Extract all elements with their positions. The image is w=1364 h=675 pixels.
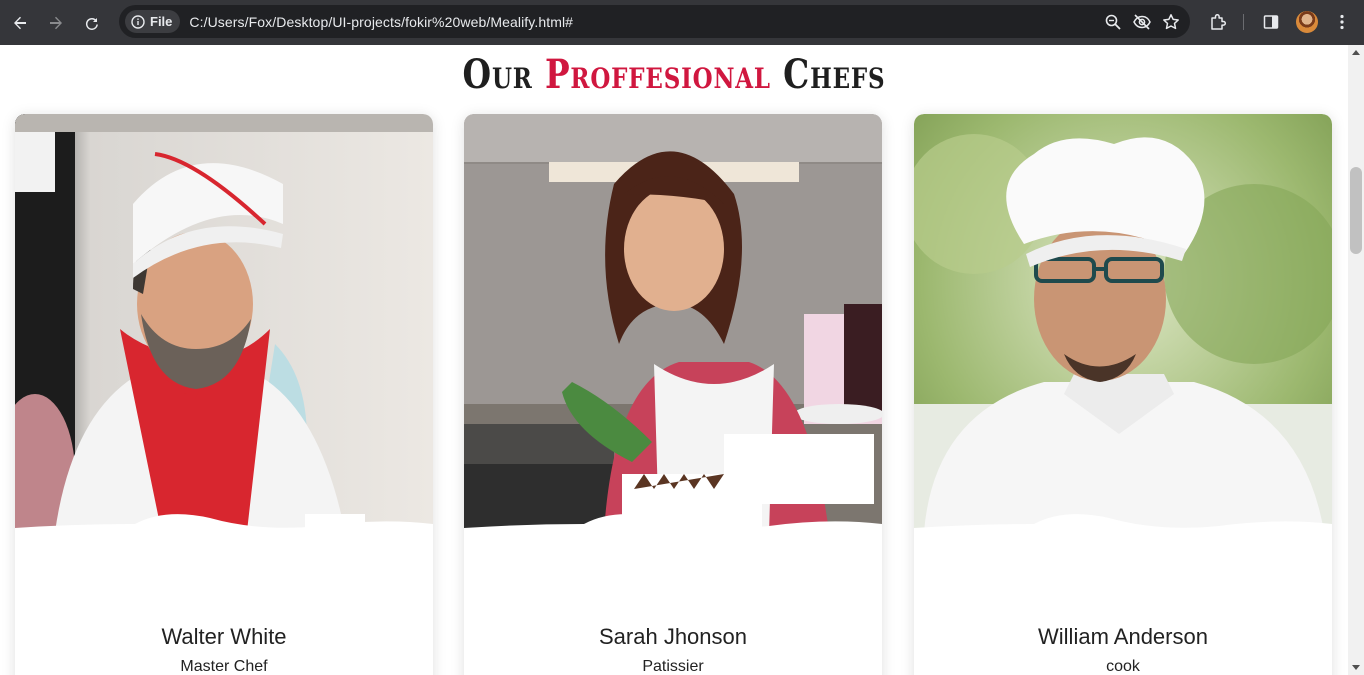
chef-photo [464, 114, 882, 532]
scroll-up-arrow-icon[interactable] [1352, 50, 1360, 55]
url-text[interactable]: C:/Users/Fox/Desktop/UI-projects/fokir%2… [189, 14, 573, 30]
card-wave-divider [15, 514, 433, 536]
side-panel-icon [1263, 14, 1279, 29]
reload-icon [85, 17, 98, 30]
more-menu-button[interactable] [1330, 5, 1354, 38]
scroll-down-arrow-icon[interactable] [1352, 665, 1360, 670]
heading-accent: Proffesional [544, 51, 771, 98]
chef-name: Sarah Jhonson [599, 624, 747, 649]
chef-photo [914, 114, 1332, 532]
card-wave-divider [914, 514, 1332, 536]
browser-toolbar: File C:/Users/Fox/Desktop/UI-projects/fo… [0, 0, 1364, 45]
heading-part2: Chefs [770, 51, 886, 98]
page-content: Our Proffesional Chefs Walter White Mast… [0, 45, 1348, 675]
page-scrollbar[interactable] [1348, 45, 1364, 675]
toolbar-divider [1243, 14, 1244, 30]
chef-card[interactable]: William Anderson cook [914, 114, 1332, 675]
chef-name: Walter White [161, 624, 287, 649]
back-button[interactable] [2, 5, 38, 41]
side-panel-button[interactable] [1256, 5, 1286, 38]
card-wave-divider [464, 514, 882, 536]
extensions-icon [1211, 13, 1227, 30]
chef-role: Patissier [642, 658, 704, 675]
heading-part1: Our [462, 51, 545, 98]
chef-card[interactable]: Sarah Jhonson Patissier [464, 114, 882, 675]
chef-role: cook [1106, 658, 1140, 675]
more-menu-icon [1340, 14, 1344, 29]
zoom-icon[interactable] [1104, 13, 1122, 31]
eye-off-icon[interactable] [1132, 13, 1152, 31]
extensions-button[interactable] [1202, 5, 1234, 38]
star-icon[interactable] [1162, 13, 1180, 31]
file-chip-label: File [150, 14, 173, 29]
chef-name: William Anderson [1038, 624, 1208, 649]
back-arrow-icon [14, 16, 26, 29]
chef-role: Master Chef [180, 658, 268, 675]
profile-avatar[interactable] [1296, 11, 1318, 33]
forward-arrow-icon [50, 16, 62, 29]
address-bar[interactable]: File C:/Users/Fox/Desktop/UI-projects/fo… [119, 5, 1190, 38]
reload-button[interactable] [74, 5, 110, 41]
chef-photo [15, 114, 433, 532]
scrollbar-thumb[interactable] [1350, 167, 1362, 254]
site-info-chip[interactable]: File [125, 10, 181, 33]
forward-button[interactable] [38, 5, 74, 41]
chef-card[interactable]: Walter White Master Chef [15, 114, 433, 675]
section-heading: Our Proffesional Chefs [121, 51, 1226, 98]
info-icon [131, 14, 145, 29]
